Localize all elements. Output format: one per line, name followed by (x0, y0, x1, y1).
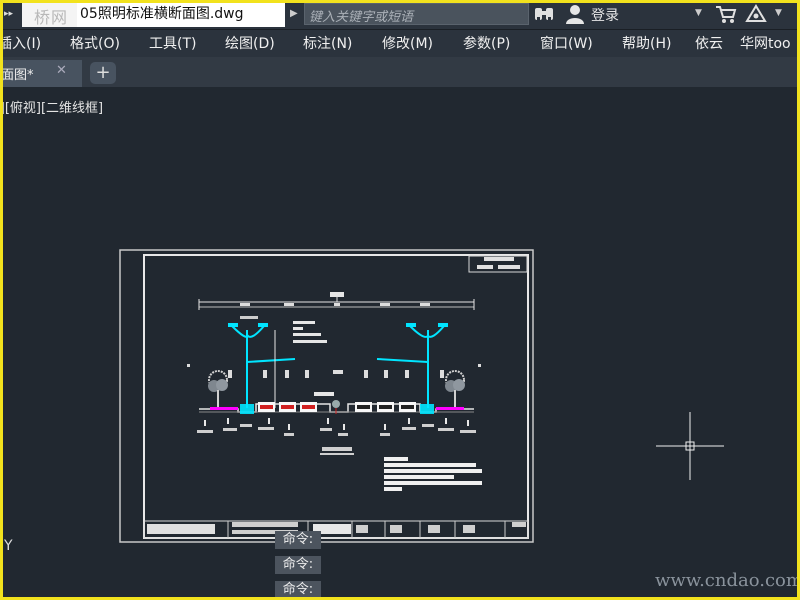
sheet-inner-border (143, 254, 529, 539)
command-line-2[interactable]: 命令: (275, 556, 321, 574)
drawing-canvas[interactable] (0, 0, 800, 600)
notes-text-block (384, 457, 482, 491)
right-tree (445, 370, 465, 408)
left-tree (208, 370, 228, 408)
ucs-icon: Y (4, 538, 13, 554)
cars-right (355, 402, 416, 412)
command-line-1[interactable]: 命令: (275, 531, 321, 549)
cars-left (258, 402, 317, 412)
watermark: www.cndao.com (655, 570, 800, 591)
command-line-3[interactable]: 命令: (275, 581, 321, 599)
